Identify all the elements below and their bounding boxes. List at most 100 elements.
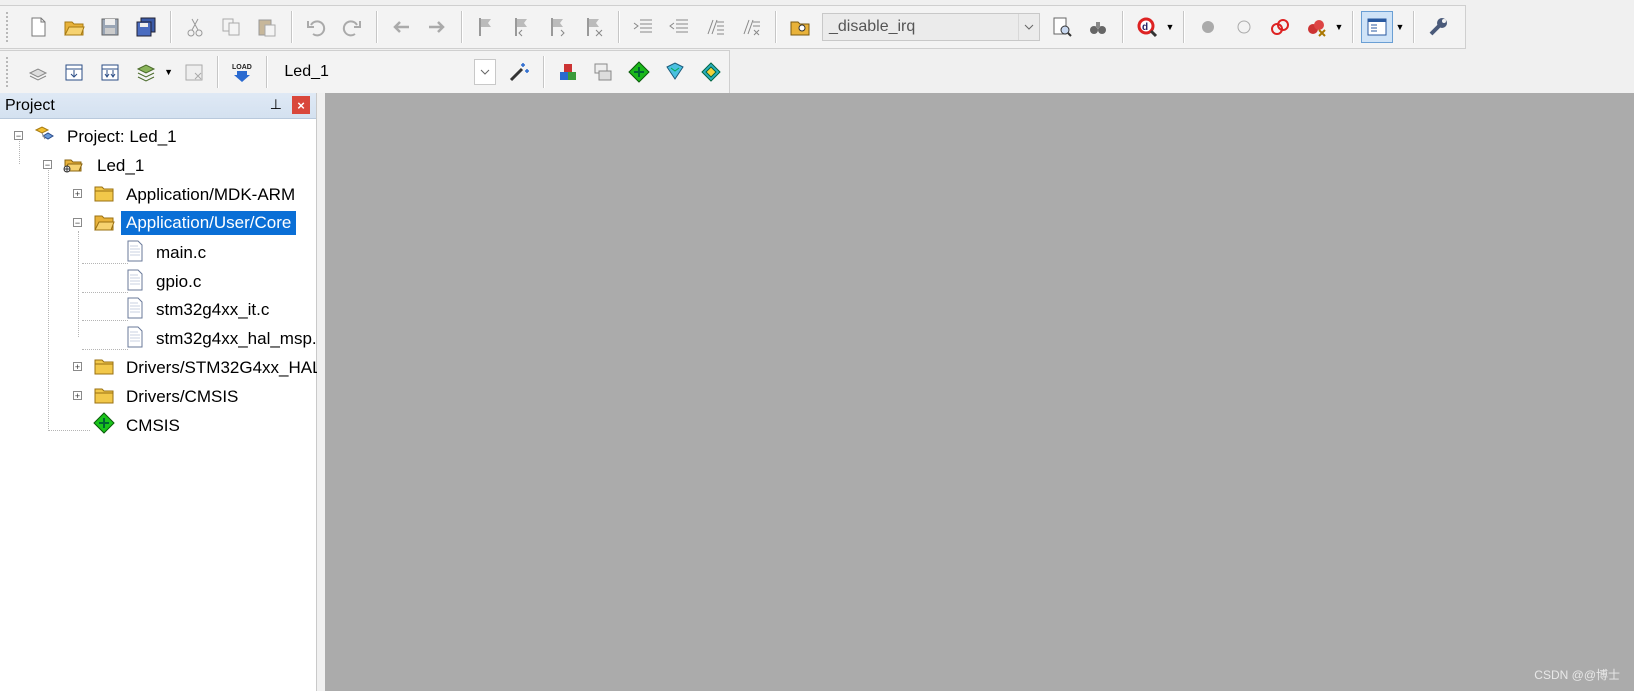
copy-button[interactable] (215, 11, 247, 43)
cut-button[interactable] (179, 11, 211, 43)
toolbar-grip[interactable] (6, 12, 14, 42)
svg-text:LOAD: LOAD (232, 64, 252, 71)
tree-item-file[interactable]: gpio.c (0, 267, 317, 293)
tree-item-group[interactable]: − Application/User/Core (0, 209, 317, 235)
toolbar-separator (618, 11, 619, 43)
collapse-toggle[interactable]: − (14, 131, 23, 141)
chevron-down-icon[interactable] (1018, 14, 1039, 40)
uncomment-icon (743, 19, 760, 36)
expand-toggle[interactable]: + (73, 189, 82, 199)
new-file-button[interactable] (22, 11, 54, 43)
enable-breakpoint-button[interactable] (1228, 11, 1260, 43)
select-packs-button[interactable] (587, 56, 619, 88)
chevron-down-icon[interactable]: ▼ (1334, 11, 1344, 43)
chevron-down-icon[interactable] (473, 59, 496, 85)
manage-rte-button[interactable] (623, 56, 655, 88)
build-button[interactable] (58, 56, 90, 88)
pin-icon[interactable]: ⊥ (270, 96, 282, 113)
tree-item-group[interactable]: + Application/MDK-ARM (0, 180, 317, 206)
pack-installer-button[interactable] (659, 56, 691, 88)
toolbar-separator (291, 11, 292, 43)
open-file-button[interactable] (58, 11, 90, 43)
options-for-target-button[interactable] (503, 56, 535, 88)
expand-toggle[interactable]: + (73, 391, 82, 401)
tree-item-group[interactable]: + Drivers/STM32G4xx_HAL (0, 353, 317, 379)
tree-item-project-root[interactable]: − Project: Led_1 (0, 122, 317, 148)
unindent-button[interactable] (663, 11, 695, 43)
watermark: CSDN @@博士 (1534, 668, 1620, 682)
close-panel-button[interactable]: × (292, 96, 310, 114)
find-in-files-button[interactable] (784, 11, 816, 43)
target-select[interactable]: Led_1 (277, 58, 496, 86)
chevron-down-icon[interactable]: ▼ (1395, 11, 1405, 43)
save-all-button[interactable] (130, 11, 162, 43)
download-button[interactable]: LOAD (226, 56, 258, 88)
toolbar-grip[interactable] (6, 57, 14, 87)
arrow-left-icon (393, 21, 409, 33)
insert-bookmark-button[interactable] (470, 11, 502, 43)
kill-all-breakpoints-button[interactable] (1300, 11, 1332, 43)
toolbar-separator (775, 11, 776, 43)
copy-icon (222, 18, 240, 36)
wrench-icon (1429, 18, 1447, 36)
breakpoints-rings-icon (1271, 19, 1289, 35)
find-button[interactable] (1082, 11, 1114, 43)
translate-button[interactable] (22, 56, 54, 88)
indent-button[interactable] (627, 11, 659, 43)
manage-project-items-button[interactable] (552, 56, 584, 88)
target-folder-icon (63, 159, 83, 173)
folder-icon (94, 186, 114, 202)
toolbar-separator (1183, 11, 1184, 43)
panel-splitter[interactable] (317, 93, 325, 691)
breakpoints-kill-icon (1308, 20, 1326, 37)
c-file-icon (127, 240, 143, 262)
stop-build-button[interactable] (178, 56, 210, 88)
c-file-icon (127, 297, 143, 319)
configuration-button[interactable] (1422, 11, 1454, 43)
svg-text:d: d (1142, 22, 1148, 33)
collapse-toggle[interactable]: − (43, 160, 52, 170)
toolbar-separator (266, 56, 268, 88)
software-packs-icon (701, 62, 721, 82)
incremental-find-button[interactable] (1046, 11, 1078, 43)
uncomment-selection-button[interactable] (735, 11, 767, 43)
paste-button[interactable] (251, 11, 283, 43)
software-packs-button[interactable] (695, 56, 727, 88)
comment-selection-button[interactable] (699, 11, 731, 43)
tree-item-file[interactable]: stm32g4xx_hal_msp. (0, 324, 317, 350)
start-debug-button[interactable]: d (1131, 11, 1163, 43)
build-icon (65, 64, 83, 81)
next-bookmark-button[interactable] (542, 11, 574, 43)
clear-bookmarks-button[interactable] (578, 11, 610, 43)
undo-button[interactable] (300, 11, 332, 43)
toolbar-file-edit: _disable_irq d ▼ ▼ ▼ (0, 5, 1466, 49)
expand-toggle[interactable]: + (73, 362, 82, 372)
chevron-down-icon[interactable]: ▼ (1165, 11, 1175, 43)
tree-item-group[interactable]: + Drivers/CMSIS (0, 382, 317, 408)
previous-bookmark-button[interactable] (506, 11, 538, 43)
tree-item-component[interactable]: CMSIS (0, 411, 317, 437)
find-combo[interactable]: _disable_irq (822, 13, 1040, 41)
unindent-icon (669, 19, 688, 33)
load-icon: LOAD (232, 64, 252, 82)
save-button[interactable] (94, 11, 126, 43)
document-search-icon (1053, 17, 1072, 37)
navigate-forward-button[interactable] (421, 11, 453, 43)
window-layout-button[interactable] (1361, 11, 1393, 43)
tree-item-label: Application/User/Core (121, 211, 297, 235)
disable-all-breakpoints-button[interactable] (1264, 11, 1296, 43)
tree-item-file[interactable]: main.c (0, 238, 317, 264)
tree-item-target[interactable]: − Led_1 (0, 151, 317, 177)
bookmark-flag-icon (479, 18, 491, 36)
tree-item-file[interactable]: stm32g4xx_it.c (0, 295, 317, 321)
rebuild-button[interactable] (94, 56, 126, 88)
batch-build-button[interactable] (130, 56, 162, 88)
chevron-down-icon[interactable]: ▼ (164, 56, 174, 88)
collapse-toggle[interactable]: − (73, 218, 82, 228)
redo-button[interactable] (336, 11, 368, 43)
navigate-back-button[interactable] (385, 11, 417, 43)
insert-breakpoint-button[interactable] (1192, 11, 1224, 43)
tree-item-label: gpio.c (156, 272, 202, 291)
toolbar-separator (1122, 11, 1123, 43)
tree-item-label: stm32g4xx_hal_msp. (156, 329, 317, 348)
